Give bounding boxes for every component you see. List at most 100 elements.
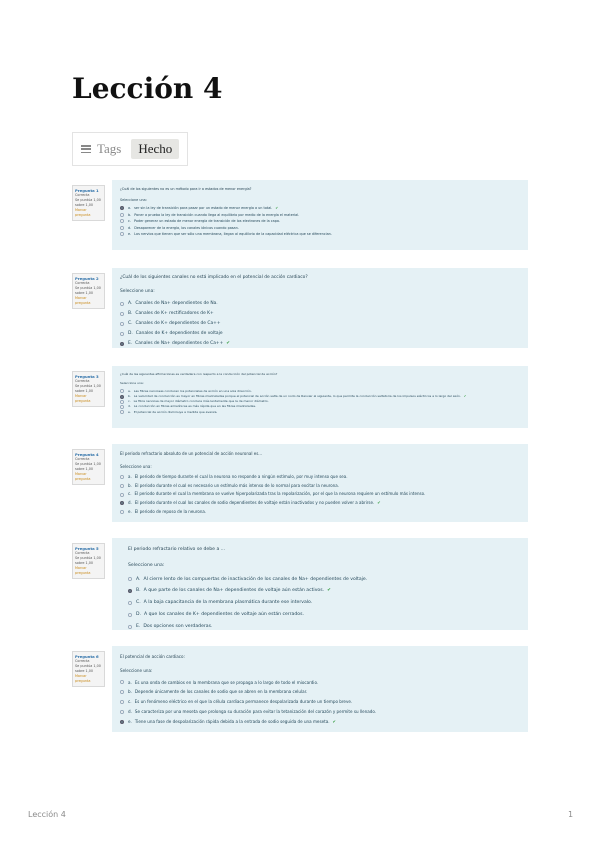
option-letter: C. <box>128 321 133 326</box>
question-text: El periodo refractario relativo se debe … <box>128 547 226 552</box>
radio-button[interactable] <box>120 700 124 705</box>
radio-button[interactable] <box>120 232 124 237</box>
answer-option[interactable]: E. Canales de Na+ dependientes de Ca++ ✔ <box>120 339 520 348</box>
radio-button[interactable] <box>120 690 124 695</box>
answer-option[interactable]: a. El periodo de tiempo durante el cual l… <box>120 473 520 482</box>
radio-button[interactable] <box>120 410 124 415</box>
radio-button[interactable] <box>120 389 124 394</box>
answer-option[interactable]: c. Es un fenómeno eléctrico en el que la … <box>120 697 520 707</box>
answer-option[interactable]: A. Al cierre lento de los compuertas de i… <box>128 574 520 586</box>
radio-button[interactable] <box>120 342 124 346</box>
answer-option[interactable]: d. El periodo durante el cual los canales… <box>120 499 520 508</box>
answer-option[interactable]: e. El periodo de reposo de la neurona. <box>120 508 520 517</box>
option-letter: A. <box>128 301 133 306</box>
question-body: ¿Cuál de los siguientes canales no está … <box>112 268 528 348</box>
question-text: ¿Cuál de las siguientes afirmaciones es … <box>120 372 278 376</box>
answer-option[interactable]: b. Depende únicamente de los canales de s… <box>120 687 520 697</box>
option-letter: b. <box>128 482 132 488</box>
radio-button[interactable] <box>120 484 124 489</box>
option-letter: a. <box>128 679 132 685</box>
question-card: Pregunta 2 Correcta Se puntúa 1,00 sobre 1… <box>72 268 528 348</box>
radio-button[interactable] <box>120 312 124 316</box>
radio-button[interactable] <box>120 394 124 399</box>
option-text: Canales de Na+ dependientes de Ca++ <box>135 341 224 346</box>
flag-question-link[interactable]: Marcar pregunta <box>75 566 102 576</box>
radio-button[interactable] <box>128 577 132 582</box>
answer-option[interactable]: e. El potencial de acción disminuye a med… <box>120 410 520 415</box>
question-body: El periodo refractario absoluto de un po… <box>112 444 528 522</box>
correct-check-icon: ✔ <box>332 718 336 724</box>
answer-option[interactable]: B. A que parte de los canales de Na+ depe… <box>128 585 520 597</box>
radio-button[interactable] <box>120 225 124 230</box>
option-text: Los nervios que tienen que ser sólo una … <box>134 232 332 236</box>
radio-button[interactable] <box>120 509 124 514</box>
radio-button[interactable] <box>120 709 124 714</box>
select-label: Seleccione una: <box>120 667 153 673</box>
option-text: El periodo durante el cual los canales d… <box>134 499 375 505</box>
tags-label: Tags <box>97 141 122 156</box>
answer-option[interactable]: E. Dos opciones son verdaderas. <box>128 621 520 630</box>
tag-chip[interactable]: Hecho <box>131 139 180 159</box>
question-score: Se puntúa 1,00 sobre 1,00 <box>75 462 101 471</box>
option-text: Canales de K+ dependientes de voltaje <box>135 331 223 336</box>
radio-button[interactable] <box>120 219 124 224</box>
tags-property[interactable]: Tags Hecho <box>72 132 188 166</box>
question-text: ¿Cuál de los siguientes canales no está … <box>120 275 308 280</box>
flag-question-link[interactable]: Marcar pregunta <box>75 674 102 684</box>
option-letter: e. <box>128 232 132 236</box>
question-card: Pregunta 3 Correcta Se puntúa 1,00 sobre 1… <box>72 366 528 428</box>
radio-button[interactable] <box>120 332 124 336</box>
question-info: Pregunta 2 Correcta Se puntúa 1,00 sobre 1… <box>72 273 105 309</box>
answer-option[interactable]: C. A la baja capacitancia de la membrana … <box>128 597 520 609</box>
radio-button[interactable] <box>120 501 124 506</box>
answer-option[interactable]: A. Canales de Na+ dependientes de Na. <box>120 299 520 309</box>
radio-button[interactable] <box>128 589 132 594</box>
answer-option[interactable]: D. A que los canales de K+ dependientes d… <box>128 609 520 621</box>
option-text: A que parte de los canales de Na+ depend… <box>143 588 325 594</box>
flag-question-link[interactable]: Marcar pregunta <box>75 472 102 482</box>
answer-option[interactable]: C. Canales de K+ dependientes de Ca++ <box>120 319 520 329</box>
option-letter: e. <box>128 508 132 514</box>
answer-option[interactable]: a. Es una onda de cambios en la membrana … <box>120 678 520 688</box>
option-letter: c. <box>128 491 132 497</box>
correct-check-icon: ✔ <box>327 588 331 594</box>
option-letter: e. <box>128 409 131 414</box>
answer-option[interactable]: d. Se caracteriza por una meseta que prol… <box>120 707 520 717</box>
radio-button[interactable] <box>120 680 124 685</box>
radio-button[interactable] <box>120 206 124 211</box>
flag-question-link[interactable]: Marcar pregunta <box>75 394 102 404</box>
question-info: Pregunta 6 Correcta Se puntúa 1,00 sobre 1… <box>72 651 105 687</box>
page-number: 1 <box>568 810 574 819</box>
question-body: El potencial de acción cardiaco: Seleccio… <box>112 646 528 732</box>
radio-button[interactable] <box>128 601 132 606</box>
radio-button[interactable] <box>120 475 124 480</box>
list-icon <box>81 145 91 153</box>
answer-option[interactable]: e. Tiene una fase de despolarización rápi… <box>120 717 520 727</box>
radio-button[interactable] <box>120 492 124 497</box>
radio-button[interactable] <box>120 322 124 326</box>
option-letter: A. <box>136 576 141 582</box>
answer-option[interactable]: c. El periodo durante el cual la membrana… <box>120 490 520 499</box>
radio-button[interactable] <box>120 212 124 217</box>
option-text: A la baja capacitancia de la membrana pl… <box>143 600 313 606</box>
answer-option[interactable]: B. Canales de K+ rectificadores de K+ <box>120 309 520 319</box>
question-info: Pregunta 1 Correcta Se puntúa 1,00 sobre 1… <box>72 185 105 221</box>
flag-question-link[interactable]: Marcar pregunta <box>75 208 102 218</box>
radio-button[interactable] <box>120 399 124 404</box>
radio-button[interactable] <box>128 612 132 617</box>
flag-question-link[interactable]: Marcar pregunta <box>75 296 102 306</box>
option-text: El periodo de reposo de la neurona. <box>134 508 207 514</box>
radio-button[interactable] <box>128 624 132 629</box>
radio-button[interactable] <box>120 302 124 306</box>
radio-button[interactable] <box>120 405 124 410</box>
answer-option[interactable]: D. Canales de K+ dependientes de voltaje <box>120 329 520 339</box>
option-letter: E. <box>136 623 141 629</box>
answer-option[interactable]: e. Los nervios que tienen que ser sólo un… <box>120 231 520 238</box>
question-text: ¿Cuál de los siguientes no es un método … <box>120 187 252 191</box>
question-score: Se puntúa 1,00 sobre 1,00 <box>75 664 101 673</box>
answer-option[interactable]: b. El periodo durante el cual es necesari… <box>120 482 520 491</box>
option-letter: C. <box>136 600 141 606</box>
question-score: Se puntúa 1,00 sobre 1,00 <box>75 198 101 207</box>
radio-button[interactable] <box>120 719 124 724</box>
option-text: Dos opciones son verdaderas. <box>143 623 213 629</box>
